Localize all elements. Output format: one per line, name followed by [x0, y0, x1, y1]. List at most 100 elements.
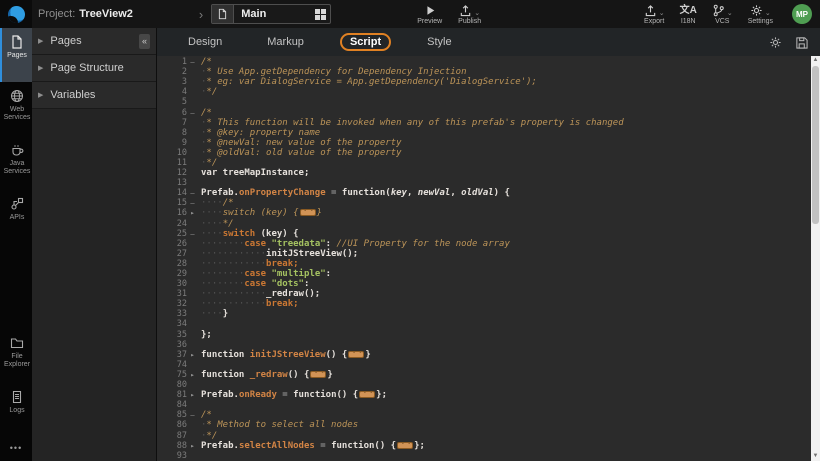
code-line-33[interactable]: 33····} — [157, 309, 811, 319]
code-line-6[interactable]: 6–/* — [157, 107, 811, 117]
grid-view-icon[interactable] — [310, 9, 330, 20]
panel-section-pages[interactable]: ▶Pages« — [32, 28, 156, 55]
fold-open-icon[interactable]: – — [187, 198, 198, 208]
tab-script[interactable]: Script — [340, 33, 391, 51]
vcs-button[interactable]: ⌄ VCS — [712, 4, 733, 25]
rail-item-logs[interactable]: Logs — [0, 383, 32, 437]
scroll-down-arrow[interactable]: ▼ — [811, 452, 820, 461]
i18n-button[interactable]: 文A I18N — [680, 4, 697, 25]
scrollbar-thumb[interactable] — [812, 66, 819, 224]
tab-style[interactable]: Style — [418, 34, 460, 50]
folded-region-icon[interactable] — [300, 209, 316, 216]
fold-closed-icon[interactable]: ▸ — [187, 208, 198, 218]
code-token: ········ — [201, 279, 244, 289]
fold-closed-icon[interactable]: ▸ — [187, 350, 198, 360]
folded-region-icon[interactable] — [310, 371, 326, 378]
rail-item-label: Pages — [7, 52, 27, 60]
code-token: break; — [266, 259, 299, 269]
user-avatar[interactable]: MP — [792, 4, 812, 24]
code-line-2[interactable]: 2·* Use App.getDependency for Dependency… — [157, 67, 811, 77]
code-line-12[interactable]: 12var treeMapInstance; — [157, 168, 811, 178]
save-icon[interactable] — [795, 36, 808, 49]
rail-overflow-button[interactable]: ••• — [0, 437, 32, 461]
panel-collapse-button[interactable]: « — [139, 34, 150, 49]
preview-button[interactable]: Preview — [417, 4, 442, 25]
fold-open-icon[interactable]: – — [187, 57, 198, 67]
global-actions: ⌄ Export 文A I18N ⌄ VCS ⌄ Settin — [644, 4, 820, 25]
page-selector[interactable]: Main — [211, 4, 331, 24]
code-line-28[interactable]: 28············break; — [157, 259, 811, 269]
code-line-74[interactable]: 74 — [157, 360, 811, 370]
code-line-30[interactable]: 30········case "dots": — [157, 279, 811, 289]
line-number: 24 — [157, 219, 187, 229]
folded-region-icon[interactable] — [397, 442, 413, 449]
panel-section-variables[interactable]: ▶Variables — [32, 82, 156, 109]
code-line-32[interactable]: 32············break; — [157, 299, 811, 309]
code-line-88[interactable]: 88▸Prefab.selectAllNodes = function() {}… — [157, 441, 811, 451]
fold-closed-icon[interactable]: ▸ — [187, 390, 198, 400]
fold-open-icon[interactable]: – — [187, 410, 198, 420]
export-button[interactable]: ⌄ Export — [644, 4, 665, 25]
code-line-10[interactable]: 10·* @oldVal: old value of the property — [157, 148, 811, 158]
line-number: 34 — [157, 319, 187, 329]
code-line-3[interactable]: 3·* eg: var DialogService = App.getDepen… — [157, 77, 811, 87]
tab-design[interactable]: Design — [179, 34, 231, 50]
code-line-85[interactable]: 85–/* — [157, 410, 811, 420]
rail-item-apis[interactable]: APIs — [0, 190, 32, 244]
code-line-36[interactable]: 36 — [157, 340, 811, 350]
code-line-16[interactable]: 16▸····switch (key) {} — [157, 208, 811, 218]
scroll-up-arrow[interactable]: ▲ — [811, 56, 820, 65]
code-token: * @newVal: new value of the property — [206, 138, 401, 148]
code-editor[interactable]: 1–/*2·* Use App.getDependency for Depend… — [157, 56, 820, 461]
panel-section-page-structure[interactable]: ▶Page Structure — [32, 55, 156, 82]
code-line-14[interactable]: 14–Prefab.onPropertyChange = function(ke… — [157, 188, 811, 198]
code-token: : — [304, 279, 309, 289]
rail-item-web-services[interactable]: Web Services — [0, 82, 32, 136]
code-line-13[interactable]: 13 — [157, 178, 811, 188]
code-line-25[interactable]: 25–····switch (key) { — [157, 229, 811, 239]
code-line-7[interactable]: 7·* This function will be invoked when a… — [157, 118, 811, 128]
tab-markup[interactable]: Markup — [258, 34, 313, 50]
rail-item-java-services[interactable]: Java Services — [0, 136, 32, 190]
rail-item-file-explorer[interactable]: File Explorer — [0, 329, 32, 383]
globe-icon — [10, 89, 24, 103]
panel-section-label: Variables — [50, 89, 95, 101]
fold-closed-icon[interactable]: ▸ — [187, 370, 198, 380]
folded-region-icon[interactable] — [348, 351, 364, 358]
folded-region-icon[interactable] — [359, 391, 375, 398]
code-line-9[interactable]: 9·* @newVal: new value of the property — [157, 138, 811, 148]
settings-button[interactable]: ⌄ Settings — [748, 4, 773, 25]
code-line-87[interactable]: 87·*/ — [157, 430, 811, 440]
code-line-75[interactable]: 75▸function _redraw() {} — [157, 370, 811, 380]
code-line-86[interactable]: 86·* Method to select all nodes — [157, 420, 811, 430]
code-line-29[interactable]: 29········case "multiple": — [157, 269, 811, 279]
code-line-31[interactable]: 31············_redraw(); — [157, 289, 811, 299]
code-line-11[interactable]: 11·*/ — [157, 158, 811, 168]
code-line-5[interactable]: 5 — [157, 97, 811, 107]
code-line-80[interactable]: 80 — [157, 380, 811, 390]
rail-item-pages[interactable]: Pages — [0, 28, 32, 82]
fold-open-icon[interactable]: – — [187, 188, 198, 198]
code-line-84[interactable]: 84 — [157, 400, 811, 410]
code-line-35[interactable]: 35}; — [157, 330, 811, 340]
script-settings-gear-icon[interactable] — [769, 36, 782, 49]
code-token: initJStreeView(); — [266, 249, 358, 259]
fold-closed-icon[interactable]: ▸ — [187, 441, 198, 451]
code-line-4[interactable]: 4·*/ — [157, 87, 811, 97]
code-text: ········case "treedata": //UI Property f… — [198, 239, 510, 249]
fold-open-icon[interactable]: – — [187, 229, 198, 239]
code-line-34[interactable]: 34 — [157, 319, 811, 329]
code-line-26[interactable]: 26········case "treedata": //UI Property… — [157, 239, 811, 249]
code-line-8[interactable]: 8·* @key: property name — [157, 128, 811, 138]
code-line-1[interactable]: 1–/* — [157, 57, 811, 67]
code-line-37[interactable]: 37▸function initJStreeView() {} — [157, 350, 811, 360]
code-line-24[interactable]: 24····*/ — [157, 219, 811, 229]
code-line-93[interactable]: 93 — [157, 451, 811, 461]
app-logo[interactable] — [0, 0, 32, 28]
publish-button[interactable]: ⌄ Publish — [458, 4, 481, 25]
editor-scrollbar[interactable]: ▲ ▼ — [811, 56, 820, 461]
code-line-27[interactable]: 27············initJStreeView(); — [157, 249, 811, 259]
code-line-15[interactable]: 15–····/* — [157, 198, 811, 208]
code-line-81[interactable]: 81▸Prefab.onReady = function() {}; — [157, 390, 811, 400]
fold-open-icon[interactable]: – — [187, 108, 198, 118]
